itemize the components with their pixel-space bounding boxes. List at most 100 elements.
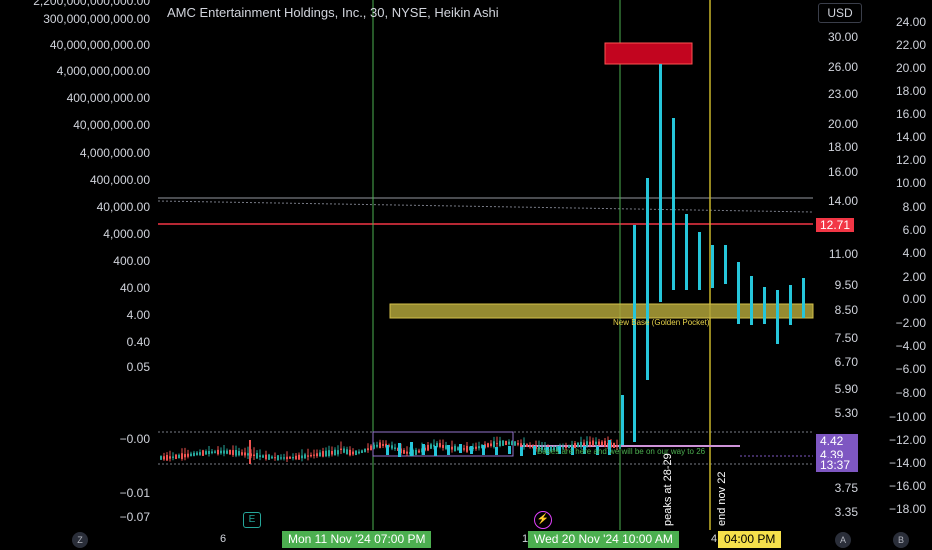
cyan-candle (672, 118, 675, 290)
candle-body (232, 450, 234, 455)
right-axis-label: −2.00 (895, 316, 926, 330)
candle-body (592, 440, 594, 446)
candle-body (271, 456, 273, 459)
candle-body (310, 454, 312, 457)
time-chip-4pm: 04:00 PM (718, 531, 782, 548)
candle-body (595, 441, 597, 445)
right-axis-label: 20.00 (895, 61, 926, 75)
candle-body (163, 456, 165, 460)
earnings-icon[interactable]: E (243, 512, 261, 528)
candle-body (268, 454, 270, 460)
chart-title: AMC Entertainment Holdings, Inc., 30, NY… (167, 5, 499, 20)
candle-body (454, 445, 456, 452)
lightning-icon[interactable]: ⚡ (534, 511, 552, 529)
right-axis-label: −18.00 (888, 502, 926, 516)
cyan-candle (711, 245, 714, 288)
candle-body (478, 446, 480, 449)
candle-body (223, 450, 225, 454)
candle-body (292, 456, 294, 459)
candle-body (583, 442, 585, 446)
middle-axis-label: 20.00 (827, 117, 858, 131)
candle-body (172, 456, 174, 458)
chart-canvas[interactable] (0, 0, 932, 550)
candle-body (229, 449, 231, 455)
candle-body (601, 441, 603, 446)
right-axis-label: 18.00 (895, 84, 926, 98)
golden-pocket-box (389, 303, 814, 319)
candle-body (190, 453, 192, 456)
candle-body (439, 443, 441, 447)
peaks-note-label: peaks at 28-29 (662, 453, 674, 526)
candle-body (196, 452, 198, 456)
candle-body (166, 455, 168, 461)
candle-body (343, 448, 345, 453)
left-axis-label: 400.00 (113, 254, 150, 268)
cyan-candle (646, 178, 649, 380)
candle-body (442, 444, 444, 448)
cyan-candle (533, 446, 536, 455)
left-axis-label: 4,000,000,000.00 (56, 64, 150, 78)
cyan-candle (750, 276, 753, 325)
cyan-candle (659, 64, 662, 302)
right-axis-label: −8.00 (895, 386, 926, 400)
candle-body (514, 441, 516, 446)
right-axis-label: 10.00 (895, 176, 926, 190)
left-axis-label: 300,000,000,000.00 (43, 12, 150, 26)
left-axis-label: 40,000.00 (96, 200, 150, 214)
candle-body (193, 452, 195, 456)
middle-axis-label: 5.90 (834, 382, 858, 396)
time-chip-3-prefix: 4 (711, 533, 718, 545)
right-axis-label: 6.00 (902, 223, 926, 237)
middle-axis-label: 9.50 (834, 278, 858, 292)
candle-body (526, 444, 528, 447)
trend-line-dotted (157, 200, 814, 213)
candle-body (382, 444, 384, 446)
right-axis-label: −16.00 (888, 479, 926, 493)
candle-body (511, 441, 513, 446)
cyan-candle (410, 442, 413, 456)
candle-body (427, 444, 429, 451)
right-axis-label: 12.00 (895, 153, 926, 167)
cyan-candle (737, 262, 740, 324)
candle-body (241, 452, 243, 455)
candle-body (316, 453, 318, 457)
left-axis-label: 0.40 (126, 335, 150, 349)
candle-body (367, 448, 369, 451)
candle-body (217, 449, 219, 455)
candle-body (295, 455, 297, 460)
zoom-z-button[interactable]: Z (72, 532, 88, 548)
cyan-candle (724, 245, 727, 284)
candle-body (301, 455, 303, 459)
middle-axis-label: 3.75 (834, 481, 858, 495)
time-chip-mon-11-nov: Mon 11 Nov '24 07:00 PM (282, 531, 432, 548)
candle-body (283, 457, 285, 459)
candle-body (466, 445, 468, 452)
left-axis-label: 400,000,000.00 (66, 91, 150, 105)
candle-body (376, 444, 378, 447)
candle-body (205, 451, 207, 455)
currency-button[interactable]: USD (818, 3, 862, 23)
left-axis-label: −0.00 (119, 432, 150, 446)
candle-body (517, 443, 519, 445)
candle-body (178, 454, 180, 459)
cyan-candle (685, 214, 688, 290)
candle-body (325, 450, 327, 457)
candle-body (289, 456, 291, 459)
middle-axis-label: 30.00 (827, 30, 858, 44)
candle-body (403, 450, 405, 454)
middle-axis-label: 3.35 (834, 505, 858, 519)
candle-body (604, 440, 606, 447)
right-axis-label: 22.00 (895, 38, 926, 52)
time-chip-wed-20-nov: Wed 20 Nov '24 10:00 AM (528, 531, 679, 548)
auto-a-button[interactable]: A (835, 532, 851, 548)
big-candles-group (386, 64, 805, 457)
base-note-label: Bases are here and we will be on our way… (537, 447, 706, 456)
candle-body (529, 445, 531, 448)
left-axis-label: 4.00 (126, 308, 150, 322)
candle-body (505, 440, 507, 446)
candle-body (475, 446, 477, 449)
left-axis-label: 0.05 (126, 360, 150, 374)
right-axis-label: 0.00 (902, 292, 926, 306)
scale-b-button[interactable]: B (893, 532, 909, 548)
right-axis-label: 2.00 (902, 270, 926, 284)
